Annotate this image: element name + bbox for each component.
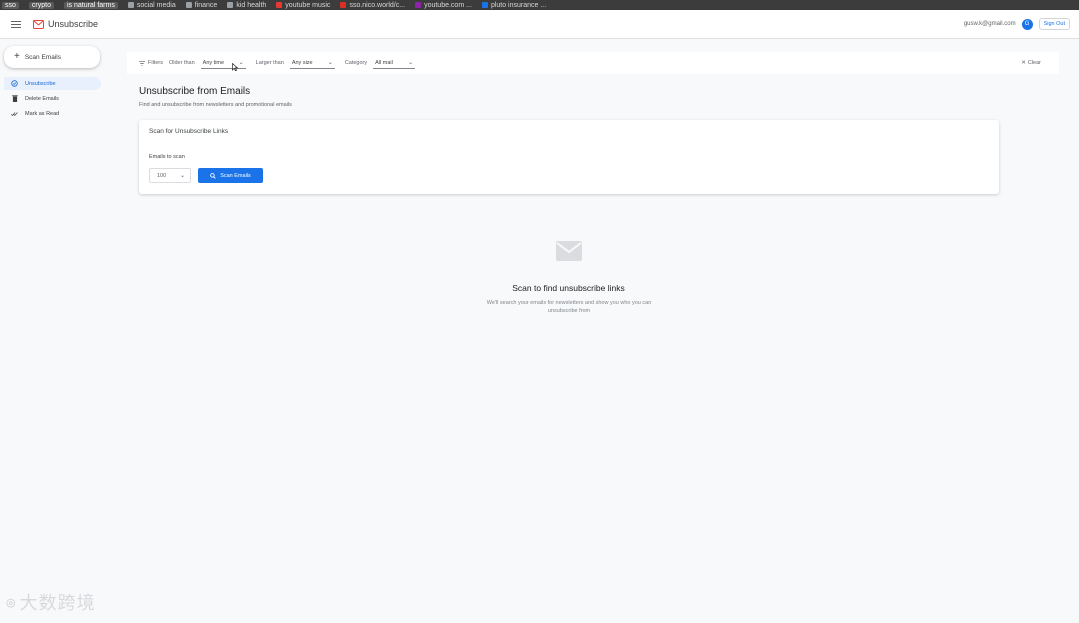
menu-icon[interactable] xyxy=(8,16,24,32)
bookmark-label: youtube music xyxy=(285,1,331,9)
bookmark-label: pluto insurance ... xyxy=(490,1,547,9)
app-title: Unsubscribe xyxy=(48,19,99,29)
bookmark-label: crypto xyxy=(31,1,51,9)
older-than-select[interactable]: Any time ⌄ xyxy=(200,58,246,69)
bookmark-favicon-icon xyxy=(340,2,347,8)
filters-text: Filters xyxy=(148,60,163,66)
bookmark-label: social media xyxy=(136,1,176,9)
sidebar-item-label: Unsubscribe xyxy=(25,80,56,87)
filter-icon xyxy=(139,60,145,66)
bookmark-label: kid health xyxy=(236,1,267,9)
scan-emails-button-label: Scan Emails xyxy=(220,172,251,179)
bookmark-item[interactable]: kid health xyxy=(227,2,266,9)
scan-emails-button[interactable]: Scan Emails xyxy=(198,168,263,183)
category-value: All mail xyxy=(375,59,393,66)
page-title: Unsubscribe from Emails xyxy=(139,86,251,97)
sidebar-item-label: Delete Emails xyxy=(25,95,59,102)
older-than-value: Any time xyxy=(202,59,225,66)
close-icon: ✕ xyxy=(1021,60,1026,66)
bookmark-item[interactable]: sso xyxy=(2,1,19,9)
bookmark-item[interactable]: sso.nico.world/c... xyxy=(340,2,405,9)
emails-to-scan-value: 100 xyxy=(157,172,167,179)
check-icon xyxy=(11,110,18,117)
category-select[interactable]: All mail ⌄ xyxy=(373,58,416,69)
bookmark-item[interactable]: crypto xyxy=(28,1,54,9)
scan-card: Scan for Unsubscribe Links Emails to sca… xyxy=(139,120,999,194)
larger-than-select[interactable]: Any size ⌄ xyxy=(289,58,335,69)
bookmark-label: youtube.com ... xyxy=(424,1,472,9)
larger-than-value: Any size xyxy=(291,59,313,66)
bookmark-item[interactable]: finance xyxy=(185,1,218,9)
avatar[interactable]: G xyxy=(1021,18,1033,30)
bookmark-item[interactable]: youtube music xyxy=(276,2,330,9)
clear-filters-button[interactable]: ✕ Clear xyxy=(1021,60,1041,66)
app-header: Unsubscribe gusw.k@gmail.com G Sign Out xyxy=(0,10,1079,39)
sidebar-nav: Unsubscribe Delete Emails Mark as Read xyxy=(4,77,101,122)
empty-state-title: Scan to find unsubscribe links xyxy=(512,283,625,293)
bookmark-favicon-icon xyxy=(276,2,283,8)
bookmark-favicon-icon xyxy=(481,2,488,8)
chevron-down-icon: ⌄ xyxy=(327,60,333,66)
sidebar-item-mark-as-read[interactable]: Mark as Read xyxy=(4,107,101,120)
filter-bar: Filters Older than Any time ⌄ Larger tha… xyxy=(127,52,1059,74)
page-subtitle: Find and unsubscribe from newsletters an… xyxy=(139,102,292,108)
search-icon xyxy=(210,172,216,179)
category-label: Category xyxy=(344,60,368,66)
mail-icon xyxy=(556,241,582,261)
chevron-down-icon: ⌄ xyxy=(408,60,414,66)
watermark-logo-icon: ◎ xyxy=(6,595,16,609)
emails-to-scan-select[interactable]: 100 ⌄ xyxy=(149,168,191,183)
plus-icon: + xyxy=(14,51,20,62)
bookmark-label: sso xyxy=(5,1,16,9)
sidebar-item-label: Mark as Read xyxy=(25,110,60,117)
bookmark-label: sso.nico.world/c... xyxy=(349,1,406,9)
card-title: Scan for Unsubscribe Links xyxy=(149,128,229,135)
bookmark-favicon-icon xyxy=(227,2,234,8)
bookmark-label: finance xyxy=(194,1,218,9)
gmail-logo-icon xyxy=(33,19,44,29)
unsubscribe-icon xyxy=(11,80,18,87)
filters-label: Filters xyxy=(139,60,163,66)
sidebar: + Scan Emails Unsubscribe Delete Emails … xyxy=(0,39,108,623)
bookmark-favicon-icon xyxy=(127,2,134,8)
trash-icon xyxy=(11,95,18,102)
older-than-label: Older than xyxy=(168,60,195,66)
bookmark-label: is natural farms xyxy=(66,1,115,9)
sign-out-button[interactable]: Sign Out xyxy=(1038,18,1070,30)
bookmark-item[interactable]: is natural farms xyxy=(63,1,118,9)
bookmark-favicon-icon xyxy=(185,2,192,8)
bookmark-item[interactable]: pluto insurance ... xyxy=(481,1,547,9)
bookmark-favicon-icon xyxy=(415,2,422,8)
watermark: ◎ 大数跨境 xyxy=(6,589,96,615)
larger-than-label: Larger than xyxy=(255,60,284,66)
bookmark-item[interactable]: youtube.com ... xyxy=(415,2,472,9)
sidebar-item-unsubscribe[interactable]: Unsubscribe xyxy=(4,77,101,90)
chevron-down-icon: ⌄ xyxy=(179,173,185,179)
bookmarks-bar: sso crypto is natural farms social media fin… xyxy=(0,0,1079,10)
watermark-text: 大数跨境 xyxy=(19,593,96,614)
chevron-down-icon: ⌄ xyxy=(238,60,244,66)
mouse-cursor-icon xyxy=(232,63,238,71)
emails-to-scan-label: Emails to scan xyxy=(149,154,185,160)
sidebar-scan-emails-label: Scan Emails xyxy=(24,53,61,61)
clear-label: Clear xyxy=(1027,60,1041,66)
sidebar-item-delete-emails[interactable]: Delete Emails xyxy=(4,92,101,105)
empty-state-description: We'll search your emails for newsletters… xyxy=(486,300,652,314)
user-email: gusw.k@gmail.com xyxy=(963,21,1016,27)
sidebar-scan-emails-button[interactable]: + Scan Emails xyxy=(4,46,100,68)
bookmark-item[interactable]: social media xyxy=(127,1,176,9)
